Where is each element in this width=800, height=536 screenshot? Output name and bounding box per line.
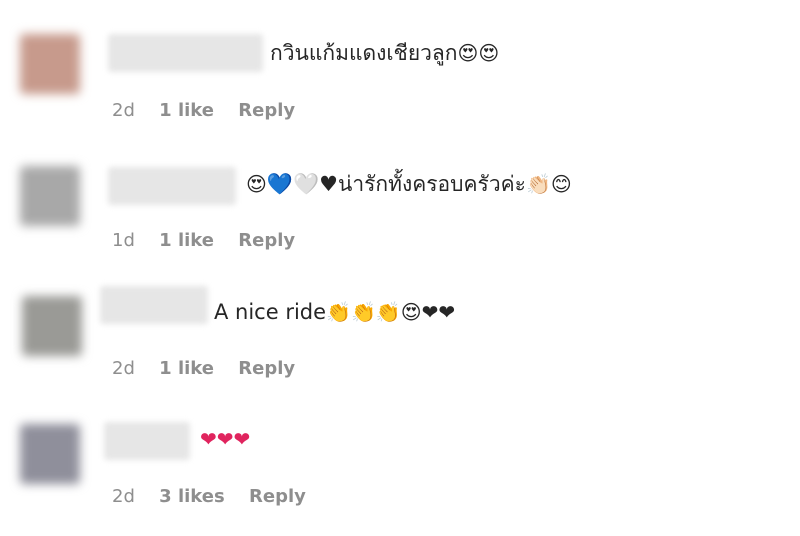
emoji-group: ❤❤❤ — [200, 427, 251, 451]
username[interactable] — [100, 286, 208, 324]
comment-item: ❤❤❤ 2d 3 likes Reply — [0, 388, 800, 508]
like-count-button[interactable]: 1 like — [159, 100, 214, 121]
comment-meta: 2d 1 like Reply — [112, 100, 313, 121]
comment-text: 😍💙🤍♥น่ารักทั้งครอบครัวค่ะ👏🏻😊 — [246, 172, 572, 196]
comment-time: 2d — [112, 486, 135, 507]
reply-button[interactable]: Reply — [238, 358, 295, 379]
comment-time: 2d — [112, 100, 135, 121]
comment-meta: 1d 1 like Reply — [112, 230, 313, 251]
comment-item: กวินแก้มแดงเชียวลูก😍😍 2d 1 like Reply — [0, 0, 800, 121]
comment-text: A nice ride👏👏👏😍❤❤ — [214, 300, 456, 324]
emoji-group: 😍😍 — [457, 41, 500, 65]
comment-time: 2d — [112, 358, 135, 379]
comment-meta: 2d 1 like Reply — [112, 358, 313, 379]
username[interactable] — [104, 422, 190, 460]
avatar[interactable] — [20, 166, 80, 226]
emoji-group: 😍 — [246, 172, 267, 196]
like-count-button[interactable]: 3 likes — [159, 486, 225, 507]
comment-meta: 2d 3 likes Reply — [112, 486, 324, 507]
username[interactable] — [108, 167, 236, 205]
username[interactable] — [108, 34, 263, 72]
reply-button[interactable]: Reply — [238, 230, 295, 251]
like-count-button[interactable]: 1 like — [159, 358, 214, 379]
comment-text: กวินแก้มแดงเชียวลูก😍😍 — [270, 41, 500, 65]
like-count-button[interactable]: 1 like — [159, 230, 214, 251]
avatar[interactable] — [20, 424, 80, 484]
comment-item: A nice ride👏👏👏😍❤❤ 2d 1 like Reply — [0, 258, 800, 379]
emoji-group: 👏👏👏😍❤❤ — [326, 300, 456, 324]
emoji-group: 👏🏻😊 — [525, 172, 572, 196]
reply-button[interactable]: Reply — [238, 100, 295, 121]
avatar[interactable] — [22, 296, 82, 356]
comment-time: 1d — [112, 230, 135, 251]
comment-text: ❤❤❤ — [200, 424, 250, 454]
reply-button[interactable]: Reply — [249, 486, 306, 507]
comment-item: 😍💙🤍♥น่ารักทั้งครอบครัวค่ะ👏🏻😊 1d 1 like R… — [0, 130, 800, 251]
avatar[interactable] — [20, 34, 80, 94]
